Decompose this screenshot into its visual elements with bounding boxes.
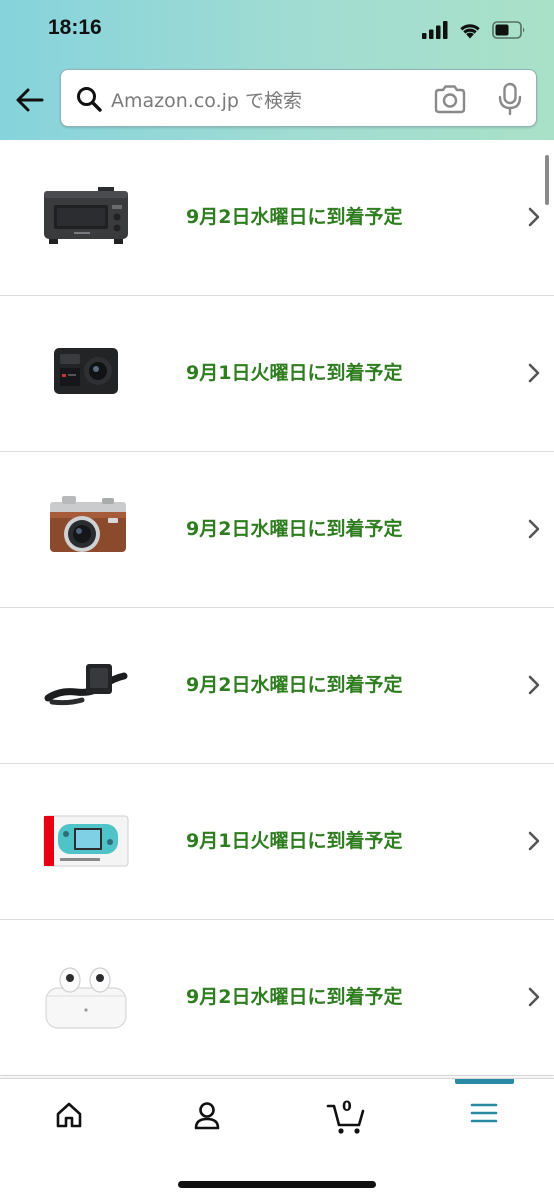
battery-icon (492, 21, 525, 39)
order-row[interactable]: 9月2日水曜日に到着予定 (0, 920, 554, 1076)
nav-account[interactable] (138, 1079, 276, 1159)
account-icon (194, 1102, 220, 1130)
order-row[interactable]: 9月2日水曜日に到着予定 (0, 452, 554, 608)
chevron-right-icon (528, 831, 540, 851)
mic-icon[interactable] (495, 82, 525, 116)
nav-menu[interactable] (415, 1079, 553, 1159)
delivery-date: 9月1日火曜日に到着予定 (186, 830, 403, 852)
back-button[interactable] (14, 84, 46, 116)
earbuds-image (45, 967, 127, 1029)
status-time: 18:16 (48, 16, 102, 39)
menu-icon (470, 1103, 498, 1123)
home-icon (56, 1102, 82, 1128)
chevron-right-icon (528, 675, 540, 695)
camera-icon[interactable] (433, 84, 467, 114)
delivery-date: 9月2日水曜日に到着予定 (186, 206, 403, 228)
signal-icon (422, 21, 448, 39)
cart-count: 0 (342, 1099, 352, 1115)
status-bar: 18:16 (0, 0, 554, 60)
delivery-date: 9月2日水曜日に到着予定 (186, 986, 403, 1008)
game-console-image (43, 815, 129, 867)
chevron-right-icon (528, 363, 540, 383)
chevron-right-icon (528, 519, 540, 539)
delivery-date: 9月2日水曜日に到着予定 (186, 674, 403, 696)
order-list: 9月2日水曜日に到着予定 9月1日火曜日に到着予定 9月2日水曜日に到着予定 9… (0, 140, 554, 1076)
search-icon (77, 87, 102, 112)
order-row[interactable]: 9月2日水曜日に到着予定 (0, 608, 554, 764)
chevron-right-icon (528, 207, 540, 227)
order-row[interactable]: 9月1日火曜日に到着予定 (0, 296, 554, 452)
nav-cart[interactable] (277, 1079, 415, 1159)
wifi-icon (460, 24, 480, 39)
delivery-date: 9月2日水曜日に到着予定 (186, 518, 403, 540)
status-icons (422, 19, 526, 41)
chevron-right-icon (528, 987, 540, 1007)
strap-stand-image (44, 664, 128, 706)
search-input[interactable]: Amazon.co.jp で検索 (111, 86, 302, 113)
mirrorless-camera-image (50, 496, 126, 552)
home-indicator[interactable] (178, 1181, 376, 1188)
scrollbar[interactable] (545, 155, 549, 205)
nav-home[interactable] (0, 1079, 138, 1159)
order-row[interactable]: 9月2日水曜日に到着予定 (0, 140, 554, 296)
order-row[interactable]: 9月1日火曜日に到着予定 (0, 764, 554, 920)
delivery-date: 9月1日火曜日に到着予定 (186, 362, 403, 384)
arrow-left-icon (16, 88, 44, 112)
search-bar[interactable]: Amazon.co.jp で検索 (60, 69, 537, 127)
action-camera-image (54, 348, 118, 394)
toaster-image (44, 187, 128, 244)
app-header: 18:16 Amazon.co.jp で検索 (0, 0, 554, 140)
